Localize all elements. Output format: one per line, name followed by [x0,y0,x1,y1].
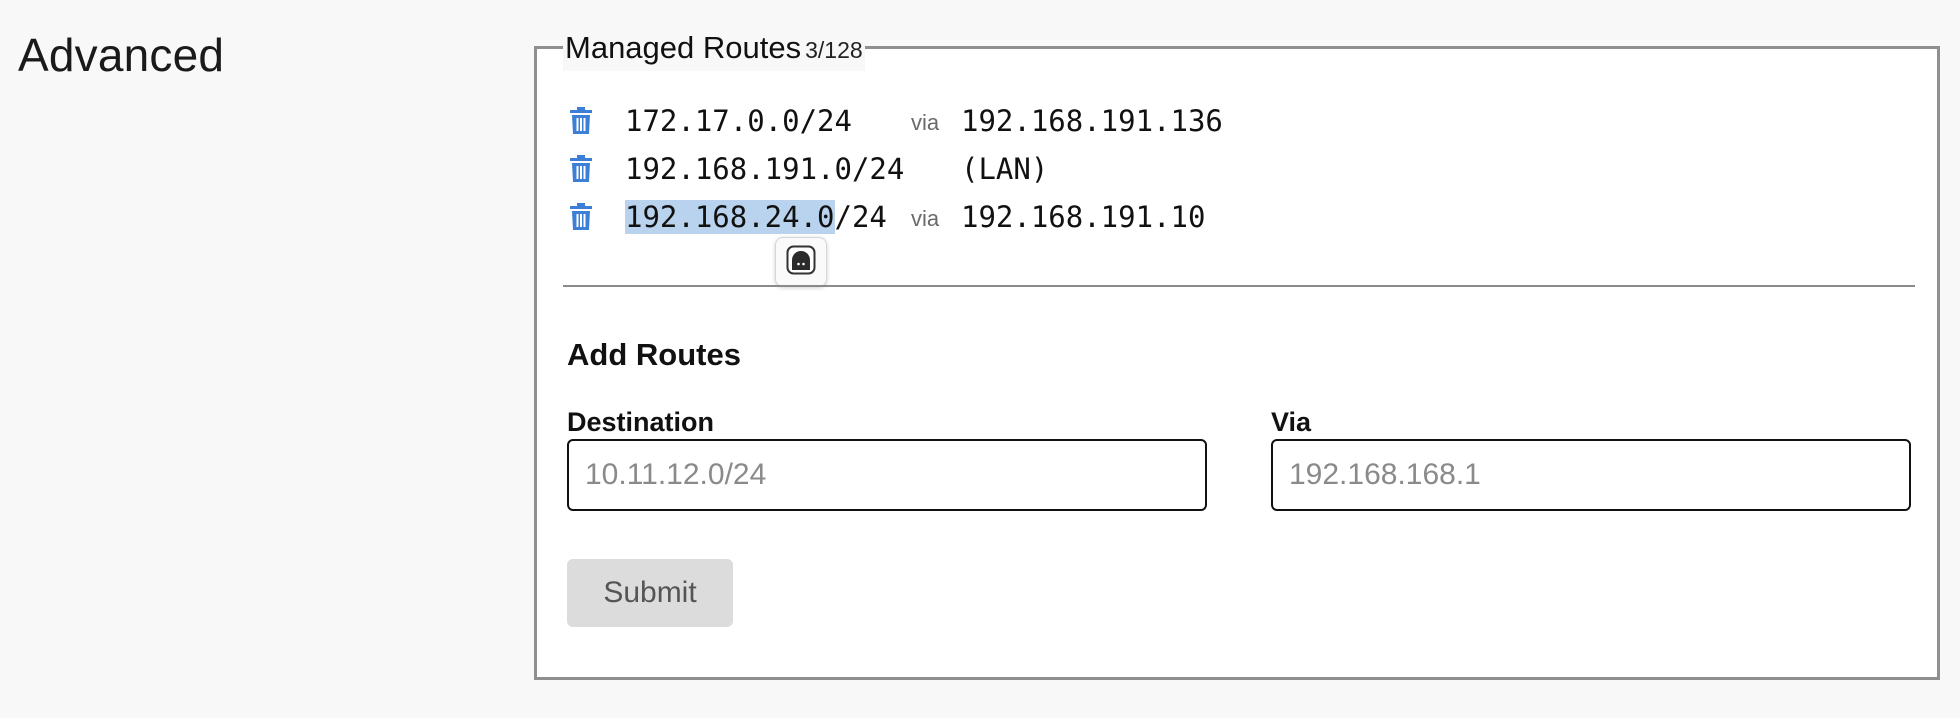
destination-label: Destination [567,407,715,437]
selected-text: 192.168.24.0 [625,200,835,234]
section-title: Advanced [18,29,225,81]
add-routes-heading: Add Routes [567,337,741,372]
route-via-label: via [911,110,940,135]
route-destination: 192.168.191.0/24 [625,152,905,186]
managed-routes-legend: Managed Routes 3/128 [563,31,865,71]
assistant-face-icon [786,245,816,280]
selection-popup-button[interactable] [775,237,827,287]
route-gateway: 192.168.191.10 [961,200,1206,234]
destination-input[interactable] [567,439,1207,511]
submit-button[interactable]: Submit [567,559,733,627]
managed-routes-panel: Managed Routes 3/128 172.17.0.0/24 via 19… [534,31,1940,680]
trash-icon[interactable] [569,107,593,135]
route-via-label: via [911,206,940,231]
route-gateway: 192.168.191.136 [961,104,1223,138]
divider [563,285,1915,287]
trash-icon[interactable] [569,155,593,183]
route-destination[interactable]: 192.168.24.0/24 [625,197,887,237]
route-destination: 172.17.0.0/24 [625,104,852,138]
trash-icon[interactable] [569,203,593,231]
managed-routes-count: 3/128 [805,37,863,63]
managed-routes-title: Managed Routes [565,30,802,65]
via-input[interactable] [1271,439,1911,511]
via-label: Via [1271,407,1312,437]
route-destination-suffix: /24 [834,200,887,234]
route-gateway: (LAN) [961,152,1049,186]
